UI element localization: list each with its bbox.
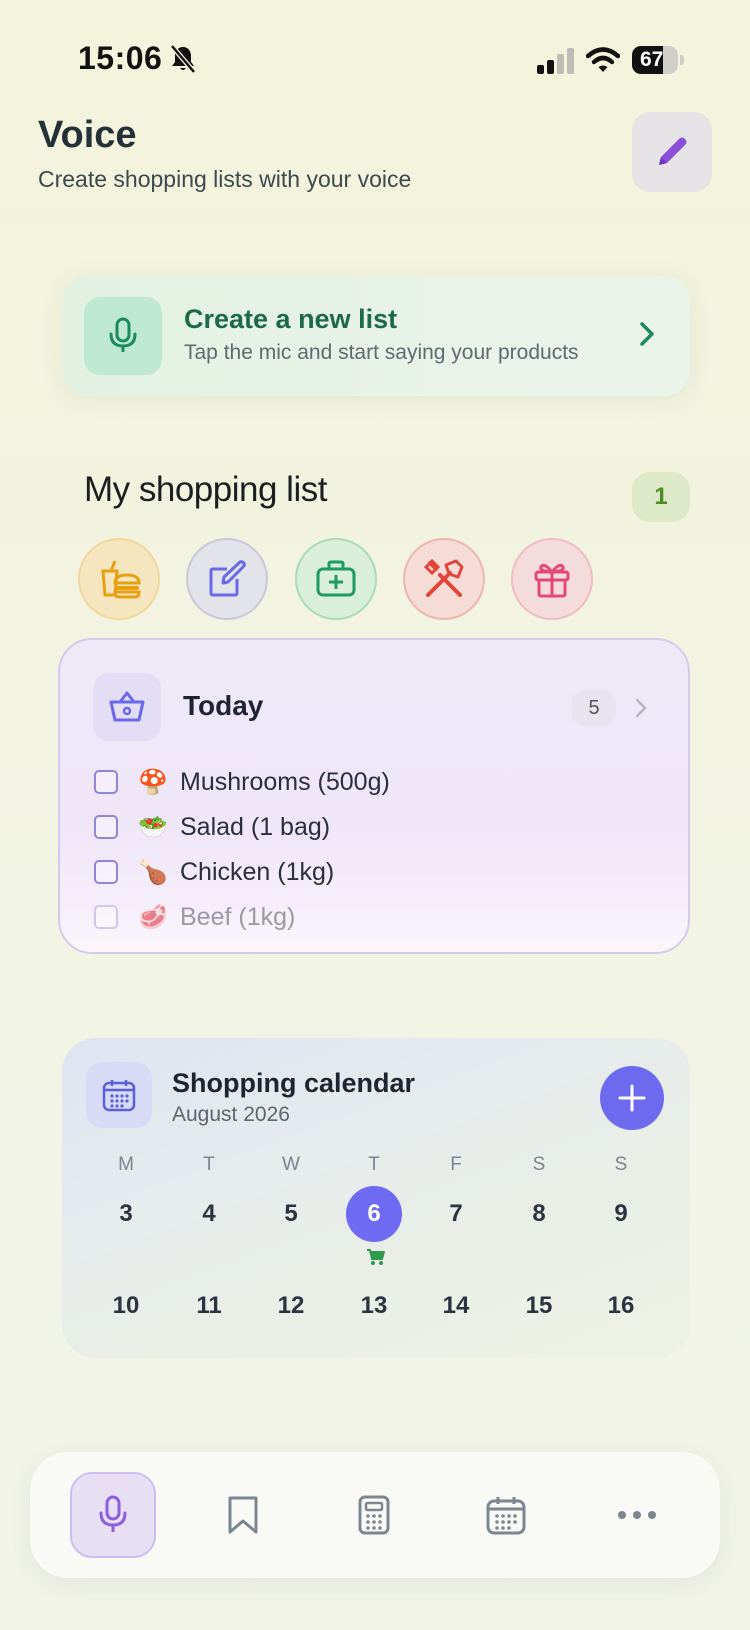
notes-icon <box>209 560 246 597</box>
chevron-right-icon <box>640 322 654 346</box>
create-list-title: Create a new list <box>184 304 398 334</box>
list-item[interactable]: 🥩 Beef (1kg) <box>94 897 295 937</box>
list-item[interactable]: 🍗 Chicken (1kg) <box>94 852 334 892</box>
mic-icon <box>99 1495 127 1532</box>
shopping-list-count-badge: 1 <box>632 472 690 522</box>
item-emoji: 🥩 <box>138 903 168 931</box>
item-checkbox[interactable] <box>94 860 118 884</box>
weekday-label: T <box>203 1154 215 1175</box>
nav-calendar[interactable] <box>463 1472 549 1558</box>
item-label: Salad (1 bag) <box>180 812 331 841</box>
calendar-day[interactable]: 5 <box>263 1186 319 1242</box>
nav-voice[interactable] <box>70 1472 156 1558</box>
mic-icon <box>109 317 137 352</box>
calendar-day[interactable]: 13 <box>346 1278 402 1334</box>
tools-icon <box>423 558 464 597</box>
list-item[interactable]: 🥗 Salad (1 bag) <box>94 807 330 847</box>
calendar-day[interactable]: 10 <box>98 1278 154 1334</box>
calendar-tile <box>86 1062 152 1128</box>
signal-icon <box>537 48 574 74</box>
chevron-right-icon <box>635 698 647 718</box>
item-label: Mushrooms (500g) <box>180 767 390 796</box>
gift-icon <box>534 563 570 598</box>
basket-tile <box>93 673 161 741</box>
today-list-title: Today <box>183 690 264 721</box>
category-food[interactable] <box>78 538 160 620</box>
status-time: 15:06 <box>78 40 163 76</box>
bookmark-icon <box>228 1496 258 1534</box>
add-calendar-entry-button[interactable] <box>600 1066 664 1130</box>
health-icon <box>316 560 356 597</box>
item-label: Chicken (1kg) <box>180 857 335 886</box>
category-gifts[interactable] <box>511 538 593 620</box>
edit-button[interactable] <box>632 112 712 192</box>
calendar-day[interactable]: 9 <box>593 1186 649 1242</box>
category-health[interactable] <box>295 538 377 620</box>
battery-icon: 67 <box>632 46 684 74</box>
nav-saved-lists[interactable] <box>200 1472 286 1558</box>
shopping-list-title: My shopping list <box>84 470 327 509</box>
calendar-day[interactable]: 12 <box>263 1278 319 1334</box>
calendar-icon <box>486 1497 526 1535</box>
list-item[interactable]: 🍄 Mushrooms (500g) <box>94 762 390 802</box>
weekday-label: F <box>450 1154 462 1175</box>
calendar-day[interactable]: 14 <box>428 1278 484 1334</box>
today-list-count: 5 <box>572 690 616 726</box>
item-emoji: 🍄 <box>138 768 168 796</box>
item-checkbox[interactable] <box>94 905 118 929</box>
weekday-label: S <box>532 1154 546 1175</box>
calendar-icon <box>102 1080 136 1112</box>
battery-level: 67 <box>640 48 664 71</box>
pencil-icon <box>659 137 687 165</box>
calendar-day[interactable]: 11 <box>181 1278 237 1334</box>
bell-off-icon <box>170 44 196 74</box>
nav-calculator[interactable] <box>331 1472 417 1558</box>
calendar-title: Shopping calendar <box>172 1068 416 1098</box>
item-checkbox[interactable] <box>94 770 118 794</box>
food-drink-icon <box>101 560 141 599</box>
calendar-day[interactable]: 15 <box>511 1278 567 1334</box>
category-tools[interactable] <box>403 538 485 620</box>
weekday-label: T <box>368 1154 380 1175</box>
calendar-day[interactable]: 3 <box>98 1186 154 1242</box>
create-list-mic-button[interactable] <box>84 297 162 375</box>
cart-icon <box>367 1249 385 1265</box>
weekday-label: S <box>614 1154 628 1175</box>
more-icon <box>618 1511 656 1519</box>
nav-more[interactable] <box>594 1472 680 1558</box>
weekday-label: W <box>282 1154 300 1175</box>
calendar-day[interactable]: 7 <box>428 1186 484 1242</box>
wifi-icon <box>586 47 620 72</box>
calendar-day[interactable]: 16 <box>593 1278 649 1334</box>
page-title: Voice <box>38 114 137 156</box>
create-list-subtitle: Tap the mic and start saying your produc… <box>184 341 579 364</box>
item-emoji: 🥗 <box>138 813 168 841</box>
calculator-icon <box>358 1495 390 1535</box>
calendar-day-selected[interactable]: 6 <box>346 1186 402 1242</box>
calendar-day[interactable]: 8 <box>511 1186 567 1242</box>
item-emoji: 🍗 <box>138 858 168 886</box>
calendar-month: August 2026 <box>172 1103 290 1126</box>
item-checkbox[interactable] <box>94 815 118 839</box>
category-notes[interactable] <box>186 538 268 620</box>
calendar-day[interactable]: 4 <box>181 1186 237 1242</box>
weekday-label: M <box>118 1154 134 1175</box>
page-subtitle: Create shopping lists with your voice <box>38 166 412 192</box>
item-label: Beef (1kg) <box>180 902 296 931</box>
plus-icon <box>618 1084 646 1112</box>
basket-icon <box>109 691 145 722</box>
